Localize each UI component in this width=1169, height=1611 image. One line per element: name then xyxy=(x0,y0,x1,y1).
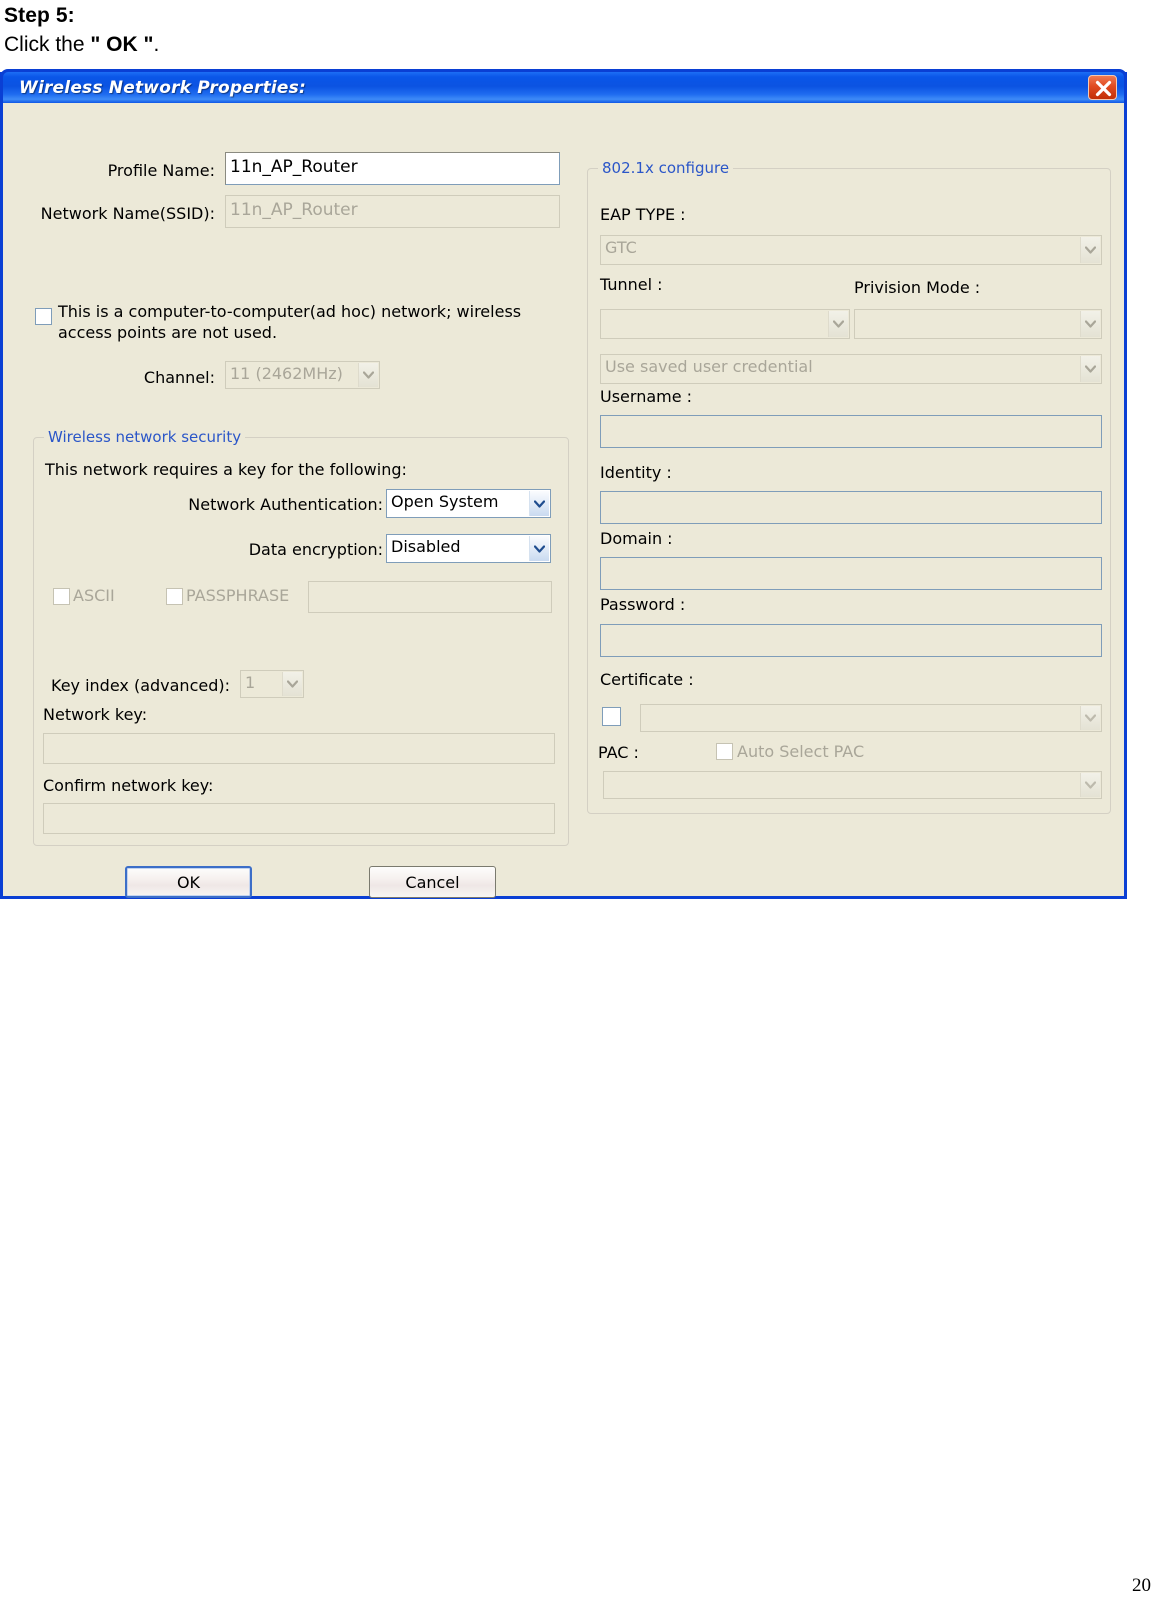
cancel-button-label: Cancel xyxy=(405,872,460,892)
chevron-down-glyph xyxy=(1085,365,1096,373)
close-x-glyph xyxy=(1095,80,1112,97)
dialog-titlebar: Wireless Network Properties: xyxy=(0,69,1127,103)
network-key-input xyxy=(43,733,555,764)
confirm-network-key-label: Confirm network key: xyxy=(43,776,214,795)
certificate-checkbox[interactable] xyxy=(602,707,621,726)
chevron-down-glyph xyxy=(1085,320,1096,328)
chevron-down-icon xyxy=(1080,773,1100,797)
network-authentication-select[interactable]: Open System xyxy=(386,489,551,518)
chevron-down-icon xyxy=(282,672,302,696)
ok-button-label: OK xyxy=(176,872,201,892)
network-authentication-label: Network Authentication: xyxy=(188,495,383,514)
adhoc-label-line2: access points are not used. xyxy=(58,323,278,342)
ok-button[interactable]: OK xyxy=(125,866,252,898)
profile-name-input[interactable]: 11n_AP_Router xyxy=(225,152,560,185)
page-number: 20 xyxy=(1132,1575,1151,1596)
step-heading: Step 5: xyxy=(4,4,75,27)
domain-label: Domain : xyxy=(600,529,673,548)
certificate-label: Certificate : xyxy=(600,670,694,689)
chevron-down-icon xyxy=(1080,356,1100,382)
domain-input[interactable] xyxy=(600,557,1102,590)
chevron-down-icon xyxy=(828,311,848,337)
password-input[interactable] xyxy=(600,624,1102,657)
close-icon[interactable] xyxy=(1088,75,1117,100)
chevron-down-glyph xyxy=(833,320,844,328)
adhoc-label-line1: This is a computer-to-computer(ad hoc) n… xyxy=(58,302,522,321)
step-instruction-prefix: Click the xyxy=(4,33,91,56)
tunnel-label: Tunnel : xyxy=(600,275,663,294)
channel-select: 11 (2462MHz) xyxy=(225,361,380,389)
dot1x-configure-title: 802.1x configure xyxy=(598,159,734,177)
channel-select-value: 11 (2462MHz) xyxy=(230,364,343,383)
chevron-down-glyph xyxy=(1085,246,1096,254)
step-instruction-quoted: " OK " xyxy=(90,33,154,56)
chevron-down-icon[interactable] xyxy=(529,536,549,561)
passphrase-input xyxy=(308,581,552,613)
data-encryption-label: Data encryption: xyxy=(248,540,383,559)
channel-label: Channel: xyxy=(143,368,215,387)
dialog-title: Wireless Network Properties: xyxy=(19,78,306,98)
tunnel-select xyxy=(600,309,850,339)
pac-select xyxy=(603,771,1102,799)
passphrase-label: PASSPHRASE xyxy=(186,586,290,605)
privision-mode-select xyxy=(854,309,1102,339)
chevron-down-glyph xyxy=(1085,714,1096,722)
auto-select-pac-label: Auto Select PAC xyxy=(737,742,865,761)
ascii-label: ASCII xyxy=(73,586,115,605)
privision-mode-label: Privision Mode : xyxy=(854,278,981,297)
identity-input[interactable] xyxy=(600,491,1102,524)
security-intro-text: This network requires a key for the foll… xyxy=(45,460,407,479)
cancel-button[interactable]: Cancel xyxy=(369,866,496,898)
chevron-down-glyph xyxy=(363,371,374,379)
certificate-select xyxy=(640,704,1102,732)
chevron-down-icon xyxy=(1080,706,1100,730)
data-encryption-select[interactable]: Disabled xyxy=(386,534,551,563)
wireless-network-properties-dialog: Wireless Network Properties: Profile Nam… xyxy=(0,69,1127,899)
ascii-checkbox xyxy=(53,588,70,605)
confirm-network-key-input xyxy=(43,803,555,834)
chevron-down-glyph xyxy=(534,544,545,553)
username-label: Username : xyxy=(600,387,693,406)
eap-type-label: EAP TYPE : xyxy=(600,205,686,224)
password-label: Password : xyxy=(600,595,686,614)
credential-value: Use saved user credential xyxy=(605,357,813,376)
chevron-down-icon xyxy=(358,363,378,387)
passphrase-checkbox xyxy=(166,588,183,605)
network-key-label: Network key: xyxy=(43,705,148,724)
adhoc-checkbox[interactable] xyxy=(35,308,52,325)
network-authentication-value: Open System xyxy=(391,492,499,511)
identity-label: Identity : xyxy=(600,463,672,482)
step-instruction: Click the " OK ". xyxy=(4,33,159,57)
chevron-down-glyph xyxy=(1085,781,1096,789)
auto-select-pac-checkbox xyxy=(716,743,733,760)
key-index-select: 1 xyxy=(240,670,304,698)
chevron-down-glyph xyxy=(287,680,298,688)
username-input[interactable] xyxy=(600,415,1102,448)
step-instruction-suffix: . xyxy=(153,33,160,56)
profile-name-label: Profile Name: xyxy=(107,161,215,180)
key-index-value: 1 xyxy=(245,673,256,692)
ssid-label: Network Name(SSID): xyxy=(40,204,215,223)
credential-select: Use saved user credential xyxy=(600,354,1102,384)
dialog-body: Profile Name: 11n_AP_Router Network Name… xyxy=(3,103,1124,898)
chevron-down-icon[interactable] xyxy=(529,491,549,516)
key-index-label: Key index (advanced): xyxy=(51,676,230,695)
eap-type-value: GTC xyxy=(605,238,637,257)
ssid-input: 11n_AP_Router xyxy=(225,195,560,228)
eap-type-select: GTC xyxy=(600,235,1102,265)
wireless-network-security-title: Wireless network security xyxy=(44,428,246,446)
pac-label: PAC : xyxy=(598,743,639,762)
chevron-down-icon xyxy=(1080,311,1100,337)
chevron-down-icon xyxy=(1080,237,1100,263)
data-encryption-value: Disabled xyxy=(391,537,461,556)
chevron-down-glyph xyxy=(534,499,545,508)
